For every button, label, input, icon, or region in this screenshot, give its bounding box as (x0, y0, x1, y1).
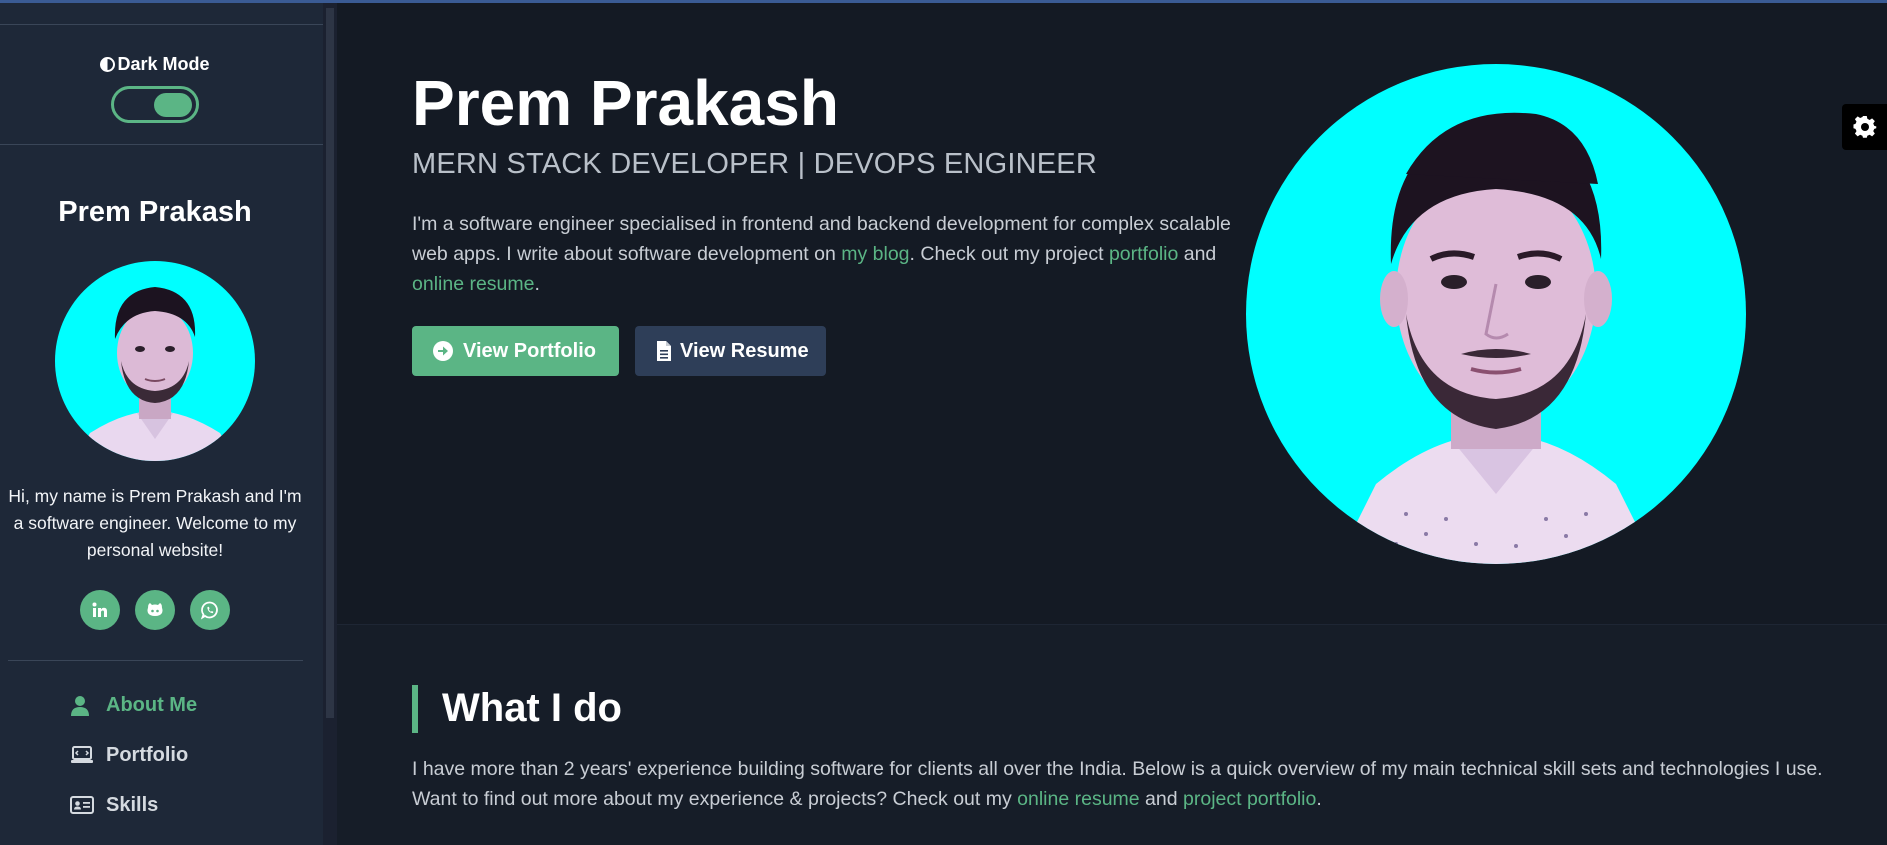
divider (8, 660, 303, 661)
tagline: MERN STACK DEVELOPER | DEVOPS ENGINEER (412, 148, 1097, 180)
portfolio-link[interactable]: portfolio (1109, 243, 1178, 265)
hero-description: I'm a software engineer specialised in f… (412, 213, 1231, 295)
contrast-icon (100, 57, 116, 72)
avatar (55, 261, 255, 461)
divider (0, 24, 323, 25)
project-portfolio-link[interactable]: project portfolio (1183, 788, 1316, 810)
sidebar-intro: Hi, my name is Prem Prakash and I'm a so… (8, 486, 302, 560)
view-portfolio-button[interactable]: View Portfolio (412, 326, 619, 376)
online-resume-link[interactable]: online resume (1017, 788, 1139, 810)
linkedin-icon[interactable] (80, 590, 120, 630)
blog-link[interactable]: my blog (841, 243, 909, 265)
arrow-circle-right-icon (433, 341, 453, 361)
dark-mode-label: Dark Mode (0, 54, 310, 75)
sidebar-name: Prem Prakash (58, 196, 252, 228)
gear-icon (1853, 115, 1877, 138)
github-icon[interactable] (135, 590, 175, 630)
sidebar-scrollbar-thumb[interactable] (326, 8, 334, 718)
profile-photo (1246, 64, 1746, 564)
section-description: I have more than 2 years' experience bui… (412, 758, 1823, 810)
toggle-knob (154, 93, 192, 117)
divider (0, 144, 323, 145)
page-title: Prem Prakash (412, 67, 839, 139)
settings-gear-button[interactable] (1842, 104, 1887, 150)
section-accent-bar (412, 685, 418, 733)
view-resume-button[interactable]: View Resume (635, 326, 826, 376)
user-icon (71, 696, 89, 716)
file-icon (657, 341, 671, 361)
dark-mode-toggle[interactable] (111, 86, 199, 123)
whatsapp-icon[interactable] (190, 590, 230, 630)
section-title: What I do (442, 686, 622, 730)
id-card-icon (70, 796, 94, 814)
laptop-icon (71, 746, 93, 763)
resume-link[interactable]: online resume (412, 273, 534, 295)
